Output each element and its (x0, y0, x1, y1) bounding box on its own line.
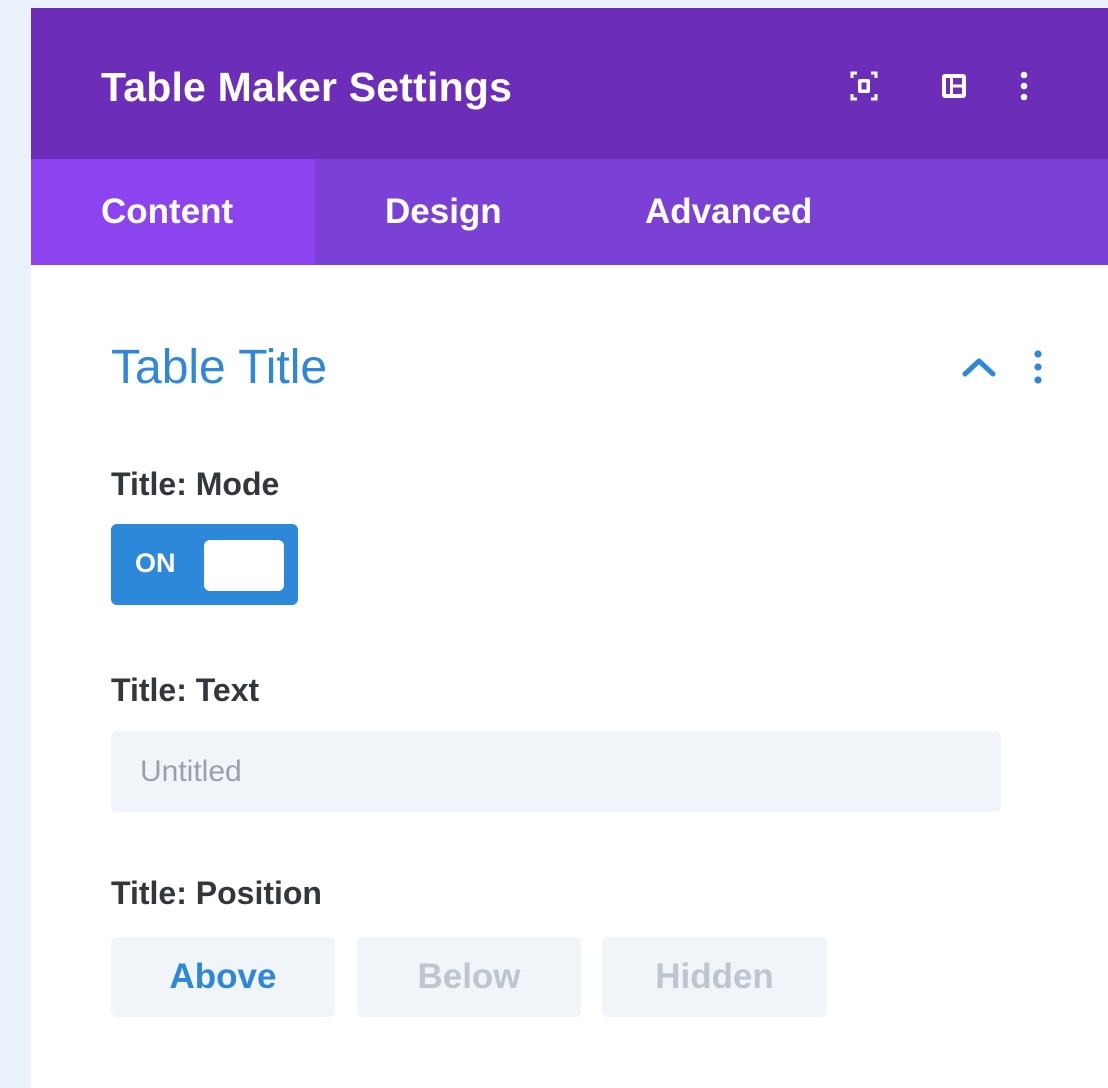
chevron-up-icon[interactable] (959, 352, 999, 387)
title-mode-toggle[interactable]: ON (111, 524, 298, 605)
sidebar-layout-icon[interactable] (938, 66, 970, 106)
tab-advanced[interactable]: Advanced (573, 159, 812, 265)
title-text-input[interactable] (111, 731, 1001, 812)
title-text-label: Title: Text (111, 672, 260, 708)
position-above-button[interactable]: Above (111, 937, 335, 1017)
section-header[interactable]: Table Title (31, 340, 1108, 400)
section-title: Table Title (111, 341, 328, 394)
toggle-knob (204, 540, 284, 591)
position-hidden-button[interactable]: Hidden (602, 937, 827, 1017)
tab-design[interactable]: Design (315, 159, 573, 265)
toggle-state-text: ON (135, 548, 176, 578)
settings-tabs: Content Design Advanced (31, 159, 1108, 265)
focus-icon[interactable] (848, 66, 880, 106)
panel-title: Table Maker Settings (101, 64, 513, 110)
panel-header: Table Maker Settings (31, 8, 1108, 159)
settings-panel: Table Maker Settings Content Design Adva… (31, 8, 1108, 1088)
more-vertical-icon[interactable] (1008, 66, 1040, 106)
title-mode-label: Title: Mode (111, 466, 280, 502)
title-position-label: Title: Position (111, 875, 322, 911)
tab-content[interactable]: Content (31, 159, 315, 265)
section-more-icon[interactable] (1031, 348, 1045, 393)
position-below-button[interactable]: Below (357, 937, 581, 1017)
